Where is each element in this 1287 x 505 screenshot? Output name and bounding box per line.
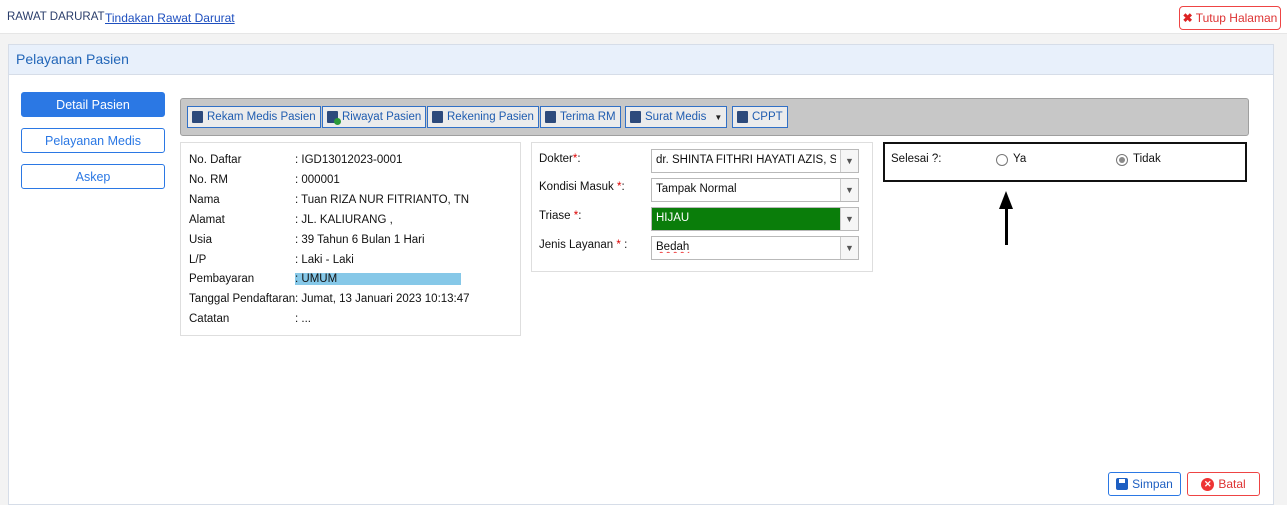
rekening-pasien-button[interactable]: Rekening Pasien: [427, 106, 539, 128]
panel-title: Pelayanan Pasien: [16, 51, 129, 67]
condition-select[interactable]: Tampak Normal ▼: [651, 178, 859, 202]
patient-service-panel: Pelayanan Pasien Detail Pasien Pelayanan…: [8, 44, 1274, 505]
radio-ya-label[interactable]: Ya: [1013, 153, 1026, 165]
riwayat-pasien-label: Riwayat Pasien: [342, 111, 422, 123]
radio-tidak-label[interactable]: Tidak: [1133, 153, 1161, 165]
action-toolbar: Rekam Medis Pasien Riwayat Pasien Rekeni…: [180, 98, 1249, 136]
info-label: Usia: [189, 234, 213, 246]
info-label: Tanggal Pendaftaran: [189, 293, 296, 305]
rekam-medis-label: Rekam Medis Pasien: [207, 111, 316, 123]
doctor-select[interactable]: dr. SHINTA FITHRI HAYATI AZIS, Sp.N ▼: [651, 149, 859, 173]
cppt-button[interactable]: CPPT: [732, 106, 788, 128]
info-label: No. Daftar: [189, 154, 242, 166]
chevron-down-icon: ▼: [840, 179, 858, 201]
cancel-icon: ✕: [1201, 477, 1215, 491]
info-label: No. RM: [189, 174, 228, 186]
breadcrumb-current-page[interactable]: Tindakan Rawat Darurat: [105, 11, 235, 25]
save-icon: [1116, 478, 1129, 490]
close-icon: ✖: [1182, 11, 1193, 25]
info-value: : 000001: [295, 174, 340, 186]
chevron-down-icon: ▼: [840, 150, 858, 172]
document-plus-icon: [630, 111, 641, 123]
inbox-icon: [545, 111, 556, 123]
condition-label: Kondisi Masuk *:: [539, 181, 625, 193]
close-page-button[interactable]: ✖ Tutup Halaman: [1179, 6, 1281, 30]
triage-value: HIJAU: [656, 212, 690, 224]
sidebar-item-pelayanan-medis[interactable]: Pelayanan Medis: [21, 128, 165, 153]
cppt-label: CPPT: [752, 111, 783, 123]
payment-badge: : UMUM: [295, 273, 461, 285]
caret-down-icon: ▼: [714, 112, 723, 122]
close-page-label: Tutup Halaman: [1195, 11, 1278, 25]
credit-card-icon: [432, 111, 443, 123]
info-label: Catatan: [189, 313, 230, 325]
terima-rm-label: Terima RM: [560, 111, 616, 123]
chevron-down-icon: ▼: [840, 208, 858, 230]
top-bar: RAWAT DARURAT Tindakan Rawat Darurat ✖ T…: [0, 0, 1287, 34]
surat-medis-dropdown[interactable]: Surat Medis ▼: [625, 106, 728, 128]
info-value: : Tuan RIZA NUR FITRIANTO, TN: [295, 194, 470, 206]
radio-ya[interactable]: [996, 154, 1008, 166]
condition-value: Tampak Normal: [656, 183, 737, 195]
patient-info-card: No. Daftar : IGD13012023-0001 No. RM : 000…: [180, 142, 521, 336]
save-label: Simpan: [1132, 477, 1173, 491]
triage-select[interactable]: HIJAU ▼: [651, 207, 859, 231]
service-type-label: Jenis Layanan * :: [539, 239, 628, 251]
cancel-button[interactable]: ✕ Batal: [1187, 472, 1260, 496]
info-value: : 39 Tahun 6 Bulan 1 Hari: [295, 234, 425, 246]
doctor-label: Dokter*:: [539, 153, 581, 165]
completion-box: Selesai ?: Ya Tidak: [883, 142, 1247, 182]
notes-icon: [737, 111, 748, 123]
annotation-arrow-line: [1005, 207, 1008, 245]
panel-header: Pelayanan Pasien: [9, 45, 1273, 75]
info-label: Alamat: [189, 214, 225, 226]
info-value: : IGD13012023-0001: [295, 154, 403, 166]
history-file-icon: [327, 111, 341, 125]
info-label: L/P: [189, 254, 207, 266]
service-type-value: Bedah: [656, 241, 690, 253]
terima-rm-button[interactable]: Terima RM: [540, 106, 621, 128]
rekening-pasien-label: Rekening Pasien: [447, 111, 534, 123]
info-label: Nama: [189, 194, 220, 206]
radio-tidak[interactable]: [1116, 154, 1128, 166]
sidebar-item-askep[interactable]: Askep: [21, 164, 165, 189]
info-label: Pembayaran: [189, 273, 255, 285]
completion-label: Selesai ?:: [891, 153, 942, 165]
doctor-value: dr. SHINTA FITHRI HAYATI AZIS, Sp.N: [656, 154, 836, 166]
chevron-down-icon: ▼: [840, 237, 858, 259]
breadcrumb-section[interactable]: RAWAT DARURAT: [7, 11, 105, 23]
cancel-label: Batal: [1218, 477, 1246, 491]
save-button[interactable]: Simpan: [1108, 472, 1181, 496]
info-value: : JL. KALIURANG ,: [295, 214, 393, 226]
service-type-select[interactable]: Bedah ▼: [651, 236, 859, 260]
riwayat-pasien-button[interactable]: Riwayat Pasien: [322, 106, 427, 128]
info-value: : ...: [295, 313, 311, 325]
info-value: : Laki - Laki: [295, 254, 354, 266]
rekam-medis-button[interactable]: Rekam Medis Pasien: [187, 106, 321, 128]
medical-form-card: Dokter*: dr. SHINTA FITHRI HAYATI AZIS, …: [531, 142, 873, 272]
sidebar-item-detail-pasien[interactable]: Detail Pasien: [21, 92, 165, 117]
info-value: : Jumat, 13 Januari 2023 10:13:47: [295, 293, 470, 305]
file-icon: [192, 111, 203, 123]
triage-label: Triase *:: [539, 210, 582, 222]
surat-medis-label: Surat Medis: [645, 111, 707, 123]
